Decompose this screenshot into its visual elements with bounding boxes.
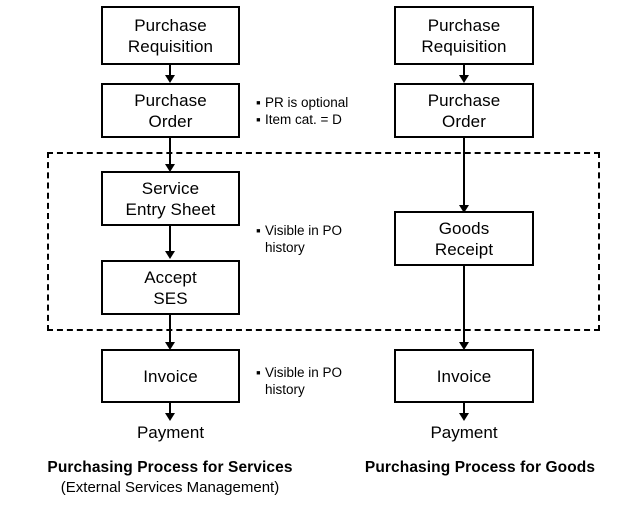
annotation-line: history bbox=[256, 381, 376, 398]
bullet-icon: ▪ bbox=[256, 223, 261, 238]
caption-services-subtitle: (External Services Management) bbox=[60, 479, 280, 496]
connector-po-to-goods-receipt bbox=[463, 138, 465, 206]
annotation-ses-visible-note: ▪ Visible in PO history bbox=[256, 222, 376, 256]
annotation-invoice-visible-note: ▪ Visible in PO history bbox=[256, 364, 376, 398]
caption-services-title: Purchasing Process for Services bbox=[47, 459, 293, 476]
terminal-payment-services: Payment bbox=[136, 423, 205, 442]
node-invoice-goods[interactable]: Invoice bbox=[394, 349, 534, 403]
annotation-line: ▪ Visible in PO bbox=[256, 364, 376, 381]
node-invoice-services[interactable]: Invoice bbox=[101, 349, 240, 403]
node-accept-ses[interactable]: Accept SES bbox=[101, 260, 240, 315]
connector-goods-receipt-to-invoice bbox=[463, 266, 465, 343]
caption-goods-title: Purchasing Process for Goods bbox=[364, 459, 596, 476]
node-purchase-requisition-goods[interactable]: Purchase Requisition bbox=[394, 6, 534, 65]
connector-po-to-ses bbox=[169, 138, 171, 165]
annotation-line: ▪ PR is optional bbox=[256, 94, 376, 111]
caption-services: Purchasing Process for Services (Externa… bbox=[20, 458, 320, 498]
annotation-text: Item cat. = D bbox=[265, 112, 342, 127]
bullet-icon: ▪ bbox=[256, 365, 261, 380]
annotation-text: PR is optional bbox=[265, 95, 349, 110]
arrowhead-invoice-to-payment-services bbox=[165, 413, 175, 421]
annotation-purchase-order-note: ▪ PR is optional ▪ Item cat. = D bbox=[256, 94, 376, 128]
arrowhead-pr-to-po-goods bbox=[459, 75, 469, 83]
caption-goods: Purchasing Process for Goods bbox=[340, 458, 620, 478]
node-goods-receipt[interactable]: Goods Receipt bbox=[394, 211, 534, 266]
annotation-text: history bbox=[265, 240, 305, 255]
flowchart-diagram: Purchase Requisition Purchase Order Serv… bbox=[0, 0, 629, 527]
connector-accept-to-invoice bbox=[169, 315, 171, 343]
annotation-text: Visible in PO bbox=[265, 223, 343, 238]
arrowhead-invoice-to-payment-goods bbox=[459, 413, 469, 421]
annotation-text: history bbox=[265, 382, 305, 397]
connector-ses-to-accept bbox=[169, 226, 171, 252]
bullet-icon: ▪ bbox=[256, 95, 261, 110]
arrowhead-pr-to-po-services bbox=[165, 75, 175, 83]
node-purchase-order-goods[interactable]: Purchase Order bbox=[394, 83, 534, 138]
node-service-entry-sheet[interactable]: Service Entry Sheet bbox=[101, 171, 240, 226]
node-purchase-order-services[interactable]: Purchase Order bbox=[101, 83, 240, 138]
arrowhead-ses-to-accept bbox=[165, 251, 175, 259]
annotation-line: ▪ Item cat. = D bbox=[256, 111, 376, 128]
bullet-icon: ▪ bbox=[256, 112, 261, 127]
annotation-text: Visible in PO bbox=[265, 365, 343, 380]
node-purchase-requisition-services[interactable]: Purchase Requisition bbox=[101, 6, 240, 65]
annotation-line: ▪ Visible in PO bbox=[256, 222, 376, 239]
terminal-payment-goods: Payment bbox=[430, 423, 498, 442]
annotation-line: history bbox=[256, 239, 376, 256]
